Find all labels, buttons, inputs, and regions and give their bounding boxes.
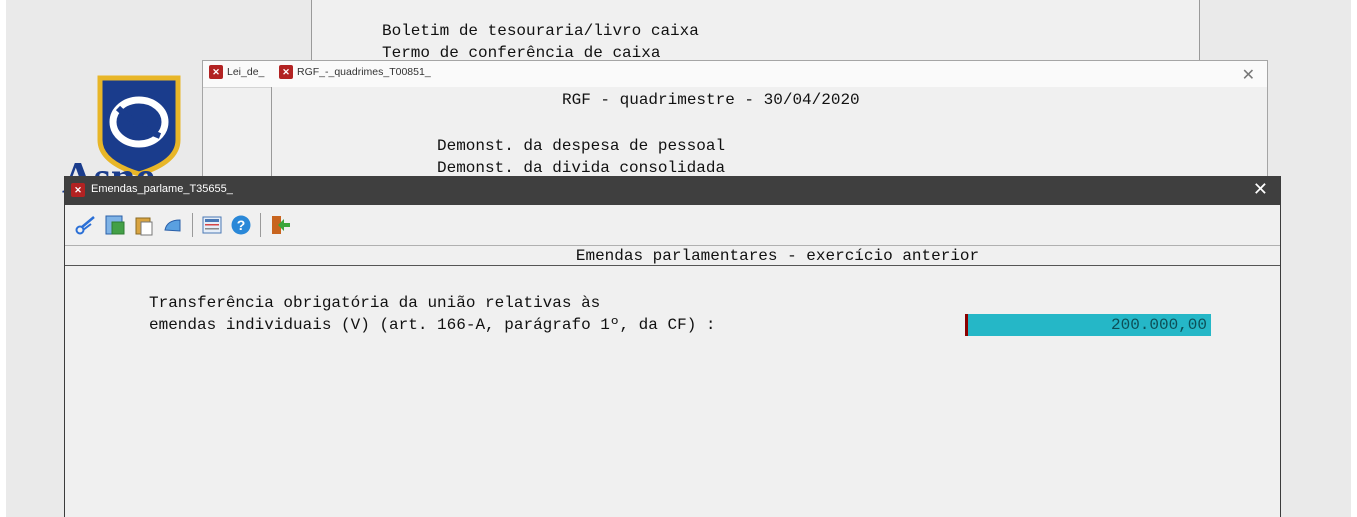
menu-item-boletim[interactable]: Boletim de tesouraria/livro caixa (382, 22, 699, 40)
rgf-item-despesa[interactable]: Demonst. da despesa de pessoal (437, 137, 725, 155)
app-icon: ✕ (279, 65, 293, 79)
close-icon[interactable]: ✕ (1242, 65, 1255, 85)
rgf-title: RGF - quadrimestre - 30/04/2020 (562, 91, 860, 109)
emendas-titlebar: ✕ Emendas_parlame_T35655_ ✕ (65, 176, 1280, 205)
calculator-icon[interactable] (199, 212, 225, 238)
rgf-window-titlebar: ✕ Lei_de_ ✕ RGF_-_quadrimes_T00851_ ✕ (203, 61, 1267, 88)
rgf-item-divida[interactable]: Demonst. da divida consolidada (437, 159, 725, 177)
exit-icon[interactable] (267, 212, 293, 238)
tab-rgf-label: RGF_-_quadrimes_T00851_ (297, 66, 431, 78)
app-icon: ✕ (209, 65, 223, 79)
cut-icon[interactable] (73, 212, 99, 238)
paste-icon[interactable] (131, 212, 157, 238)
svg-text:?: ? (237, 217, 246, 233)
toolbar-divider (260, 213, 261, 237)
window-title: Emendas_parlame_T35655_ (91, 183, 233, 195)
tab-lei[interactable]: ✕ Lei_de_ (209, 65, 264, 79)
toolbar-divider (192, 213, 193, 237)
help-icon[interactable]: ? (228, 212, 254, 238)
field-label-line2: emendas individuais (V) (art. 166-A, par… (149, 316, 716, 334)
emendas-window: ✕ Emendas_parlame_T35655_ ✕ ? Emendas pa… (64, 176, 1281, 517)
undo-icon[interactable] (160, 212, 186, 238)
toolbar: ? (65, 205, 1280, 246)
save-icon[interactable] (102, 212, 128, 238)
field-label-line1: Transferência obrigatória da união relat… (149, 294, 601, 312)
tab-rgf[interactable]: ✕ RGF_-_quadrimes_T00851_ (279, 65, 431, 79)
transfer-value-input[interactable]: 200.000,00 (965, 314, 1211, 336)
close-icon[interactable]: ✕ (1253, 179, 1268, 200)
tab-lei-label: Lei_de_ (227, 66, 265, 78)
app-icon: ✕ (71, 183, 85, 197)
section-title: Emendas parlamentares - exercício anteri… (65, 246, 1280, 266)
